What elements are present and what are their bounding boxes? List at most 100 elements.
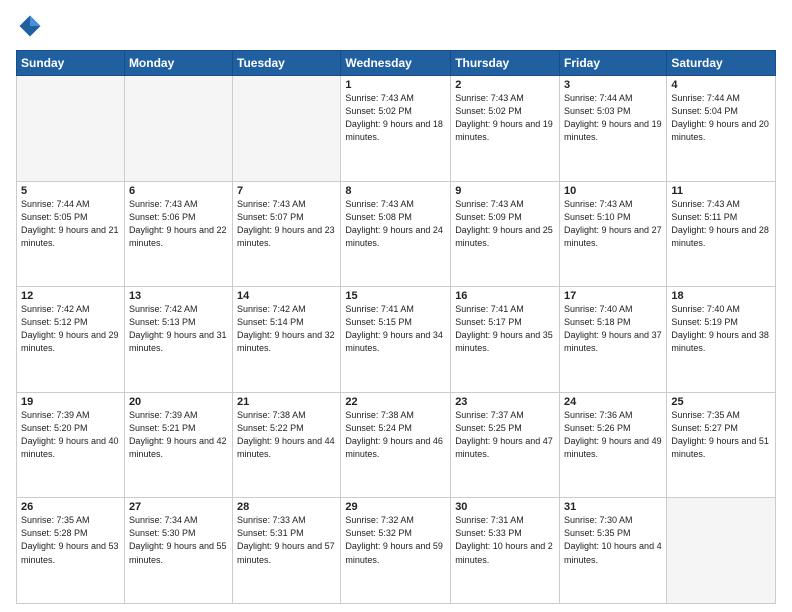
calendar-cell: 25Sunrise: 7:35 AMSunset: 5:27 PMDayligh… bbox=[667, 392, 776, 498]
day-number: 26 bbox=[21, 501, 120, 513]
day-detail: Sunrise: 7:43 AMSunset: 5:11 PMDaylight:… bbox=[671, 198, 771, 250]
calendar-cell: 23Sunrise: 7:37 AMSunset: 5:25 PMDayligh… bbox=[451, 392, 560, 498]
day-number: 21 bbox=[237, 396, 336, 408]
calendar-body: 1Sunrise: 7:43 AMSunset: 5:02 PMDaylight… bbox=[17, 76, 776, 604]
day-number: 9 bbox=[455, 185, 555, 197]
calendar-week-row: 5Sunrise: 7:44 AMSunset: 5:05 PMDaylight… bbox=[17, 181, 776, 287]
calendar-cell: 5Sunrise: 7:44 AMSunset: 5:05 PMDaylight… bbox=[17, 181, 125, 287]
day-number: 19 bbox=[21, 396, 120, 408]
day-detail: Sunrise: 7:34 AMSunset: 5:30 PMDaylight:… bbox=[129, 514, 228, 566]
calendar-cell: 17Sunrise: 7:40 AMSunset: 5:18 PMDayligh… bbox=[560, 287, 667, 393]
calendar-cell: 3Sunrise: 7:44 AMSunset: 5:03 PMDaylight… bbox=[560, 76, 667, 182]
calendar-cell: 12Sunrise: 7:42 AMSunset: 5:12 PMDayligh… bbox=[17, 287, 125, 393]
calendar-cell: 15Sunrise: 7:41 AMSunset: 5:15 PMDayligh… bbox=[341, 287, 451, 393]
calendar-cell: 28Sunrise: 7:33 AMSunset: 5:31 PMDayligh… bbox=[233, 498, 341, 604]
day-detail: Sunrise: 7:31 AMSunset: 5:33 PMDaylight:… bbox=[455, 514, 555, 566]
calendar-cell: 20Sunrise: 7:39 AMSunset: 5:21 PMDayligh… bbox=[124, 392, 232, 498]
calendar-cell: 22Sunrise: 7:38 AMSunset: 5:24 PMDayligh… bbox=[341, 392, 451, 498]
calendar-cell: 10Sunrise: 7:43 AMSunset: 5:10 PMDayligh… bbox=[560, 181, 667, 287]
calendar-cell: 21Sunrise: 7:38 AMSunset: 5:22 PMDayligh… bbox=[233, 392, 341, 498]
weekday-header: Thursday bbox=[451, 51, 560, 76]
logo-icon bbox=[16, 12, 44, 40]
calendar-week-row: 19Sunrise: 7:39 AMSunset: 5:20 PMDayligh… bbox=[17, 392, 776, 498]
logo bbox=[16, 12, 48, 40]
calendar-week-row: 1Sunrise: 7:43 AMSunset: 5:02 PMDaylight… bbox=[17, 76, 776, 182]
day-number: 8 bbox=[345, 185, 446, 197]
calendar-cell bbox=[124, 76, 232, 182]
day-number: 20 bbox=[129, 396, 228, 408]
day-detail: Sunrise: 7:42 AMSunset: 5:14 PMDaylight:… bbox=[237, 303, 336, 355]
calendar-week-row: 26Sunrise: 7:35 AMSunset: 5:28 PMDayligh… bbox=[17, 498, 776, 604]
calendar-week-row: 12Sunrise: 7:42 AMSunset: 5:12 PMDayligh… bbox=[17, 287, 776, 393]
day-number: 3 bbox=[564, 79, 662, 91]
calendar-cell: 30Sunrise: 7:31 AMSunset: 5:33 PMDayligh… bbox=[451, 498, 560, 604]
day-number: 13 bbox=[129, 290, 228, 302]
day-detail: Sunrise: 7:40 AMSunset: 5:18 PMDaylight:… bbox=[564, 303, 662, 355]
day-detail: Sunrise: 7:43 AMSunset: 5:09 PMDaylight:… bbox=[455, 198, 555, 250]
day-detail: Sunrise: 7:38 AMSunset: 5:24 PMDaylight:… bbox=[345, 409, 446, 461]
calendar-cell: 6Sunrise: 7:43 AMSunset: 5:06 PMDaylight… bbox=[124, 181, 232, 287]
calendar-cell: 24Sunrise: 7:36 AMSunset: 5:26 PMDayligh… bbox=[560, 392, 667, 498]
day-detail: Sunrise: 7:32 AMSunset: 5:32 PMDaylight:… bbox=[345, 514, 446, 566]
day-detail: Sunrise: 7:44 AMSunset: 5:05 PMDaylight:… bbox=[21, 198, 120, 250]
day-detail: Sunrise: 7:39 AMSunset: 5:21 PMDaylight:… bbox=[129, 409, 228, 461]
day-detail: Sunrise: 7:39 AMSunset: 5:20 PMDaylight:… bbox=[21, 409, 120, 461]
day-number: 1 bbox=[345, 79, 446, 91]
day-number: 7 bbox=[237, 185, 336, 197]
calendar-table: SundayMondayTuesdayWednesdayThursdayFrid… bbox=[16, 50, 776, 604]
day-number: 23 bbox=[455, 396, 555, 408]
day-detail: Sunrise: 7:42 AMSunset: 5:12 PMDaylight:… bbox=[21, 303, 120, 355]
day-detail: Sunrise: 7:36 AMSunset: 5:26 PMDaylight:… bbox=[564, 409, 662, 461]
calendar-cell bbox=[667, 498, 776, 604]
day-number: 4 bbox=[671, 79, 771, 91]
day-number: 2 bbox=[455, 79, 555, 91]
day-detail: Sunrise: 7:41 AMSunset: 5:17 PMDaylight:… bbox=[455, 303, 555, 355]
calendar-cell: 19Sunrise: 7:39 AMSunset: 5:20 PMDayligh… bbox=[17, 392, 125, 498]
weekday-header: Tuesday bbox=[233, 51, 341, 76]
calendar-cell: 13Sunrise: 7:42 AMSunset: 5:13 PMDayligh… bbox=[124, 287, 232, 393]
calendar-cell bbox=[17, 76, 125, 182]
day-number: 17 bbox=[564, 290, 662, 302]
day-detail: Sunrise: 7:43 AMSunset: 5:10 PMDaylight:… bbox=[564, 198, 662, 250]
calendar-cell: 9Sunrise: 7:43 AMSunset: 5:09 PMDaylight… bbox=[451, 181, 560, 287]
day-detail: Sunrise: 7:42 AMSunset: 5:13 PMDaylight:… bbox=[129, 303, 228, 355]
day-detail: Sunrise: 7:30 AMSunset: 5:35 PMDaylight:… bbox=[564, 514, 662, 566]
calendar-cell: 4Sunrise: 7:44 AMSunset: 5:04 PMDaylight… bbox=[667, 76, 776, 182]
day-detail: Sunrise: 7:38 AMSunset: 5:22 PMDaylight:… bbox=[237, 409, 336, 461]
day-number: 5 bbox=[21, 185, 120, 197]
day-number: 15 bbox=[345, 290, 446, 302]
day-detail: Sunrise: 7:41 AMSunset: 5:15 PMDaylight:… bbox=[345, 303, 446, 355]
calendar-cell: 2Sunrise: 7:43 AMSunset: 5:02 PMDaylight… bbox=[451, 76, 560, 182]
day-detail: Sunrise: 7:35 AMSunset: 5:27 PMDaylight:… bbox=[671, 409, 771, 461]
day-number: 14 bbox=[237, 290, 336, 302]
weekday-header: Friday bbox=[560, 51, 667, 76]
day-detail: Sunrise: 7:44 AMSunset: 5:03 PMDaylight:… bbox=[564, 92, 662, 144]
calendar-cell: 14Sunrise: 7:42 AMSunset: 5:14 PMDayligh… bbox=[233, 287, 341, 393]
day-detail: Sunrise: 7:43 AMSunset: 5:07 PMDaylight:… bbox=[237, 198, 336, 250]
header bbox=[16, 12, 776, 40]
day-detail: Sunrise: 7:33 AMSunset: 5:31 PMDaylight:… bbox=[237, 514, 336, 566]
calendar-cell: 29Sunrise: 7:32 AMSunset: 5:32 PMDayligh… bbox=[341, 498, 451, 604]
day-detail: Sunrise: 7:44 AMSunset: 5:04 PMDaylight:… bbox=[671, 92, 771, 144]
day-detail: Sunrise: 7:43 AMSunset: 5:02 PMDaylight:… bbox=[345, 92, 446, 144]
day-number: 29 bbox=[345, 501, 446, 513]
weekday-header: Monday bbox=[124, 51, 232, 76]
day-detail: Sunrise: 7:40 AMSunset: 5:19 PMDaylight:… bbox=[671, 303, 771, 355]
calendar-cell: 11Sunrise: 7:43 AMSunset: 5:11 PMDayligh… bbox=[667, 181, 776, 287]
day-detail: Sunrise: 7:43 AMSunset: 5:08 PMDaylight:… bbox=[345, 198, 446, 250]
day-number: 18 bbox=[671, 290, 771, 302]
calendar-cell: 16Sunrise: 7:41 AMSunset: 5:17 PMDayligh… bbox=[451, 287, 560, 393]
calendar-cell: 8Sunrise: 7:43 AMSunset: 5:08 PMDaylight… bbox=[341, 181, 451, 287]
calendar-cell bbox=[233, 76, 341, 182]
calendar-cell: 1Sunrise: 7:43 AMSunset: 5:02 PMDaylight… bbox=[341, 76, 451, 182]
day-number: 12 bbox=[21, 290, 120, 302]
weekday-header: Wednesday bbox=[341, 51, 451, 76]
weekday-header: Sunday bbox=[17, 51, 125, 76]
day-number: 27 bbox=[129, 501, 228, 513]
day-number: 30 bbox=[455, 501, 555, 513]
day-detail: Sunrise: 7:43 AMSunset: 5:06 PMDaylight:… bbox=[129, 198, 228, 250]
weekday-header: Saturday bbox=[667, 51, 776, 76]
day-detail: Sunrise: 7:35 AMSunset: 5:28 PMDaylight:… bbox=[21, 514, 120, 566]
day-number: 31 bbox=[564, 501, 662, 513]
day-detail: Sunrise: 7:37 AMSunset: 5:25 PMDaylight:… bbox=[455, 409, 555, 461]
